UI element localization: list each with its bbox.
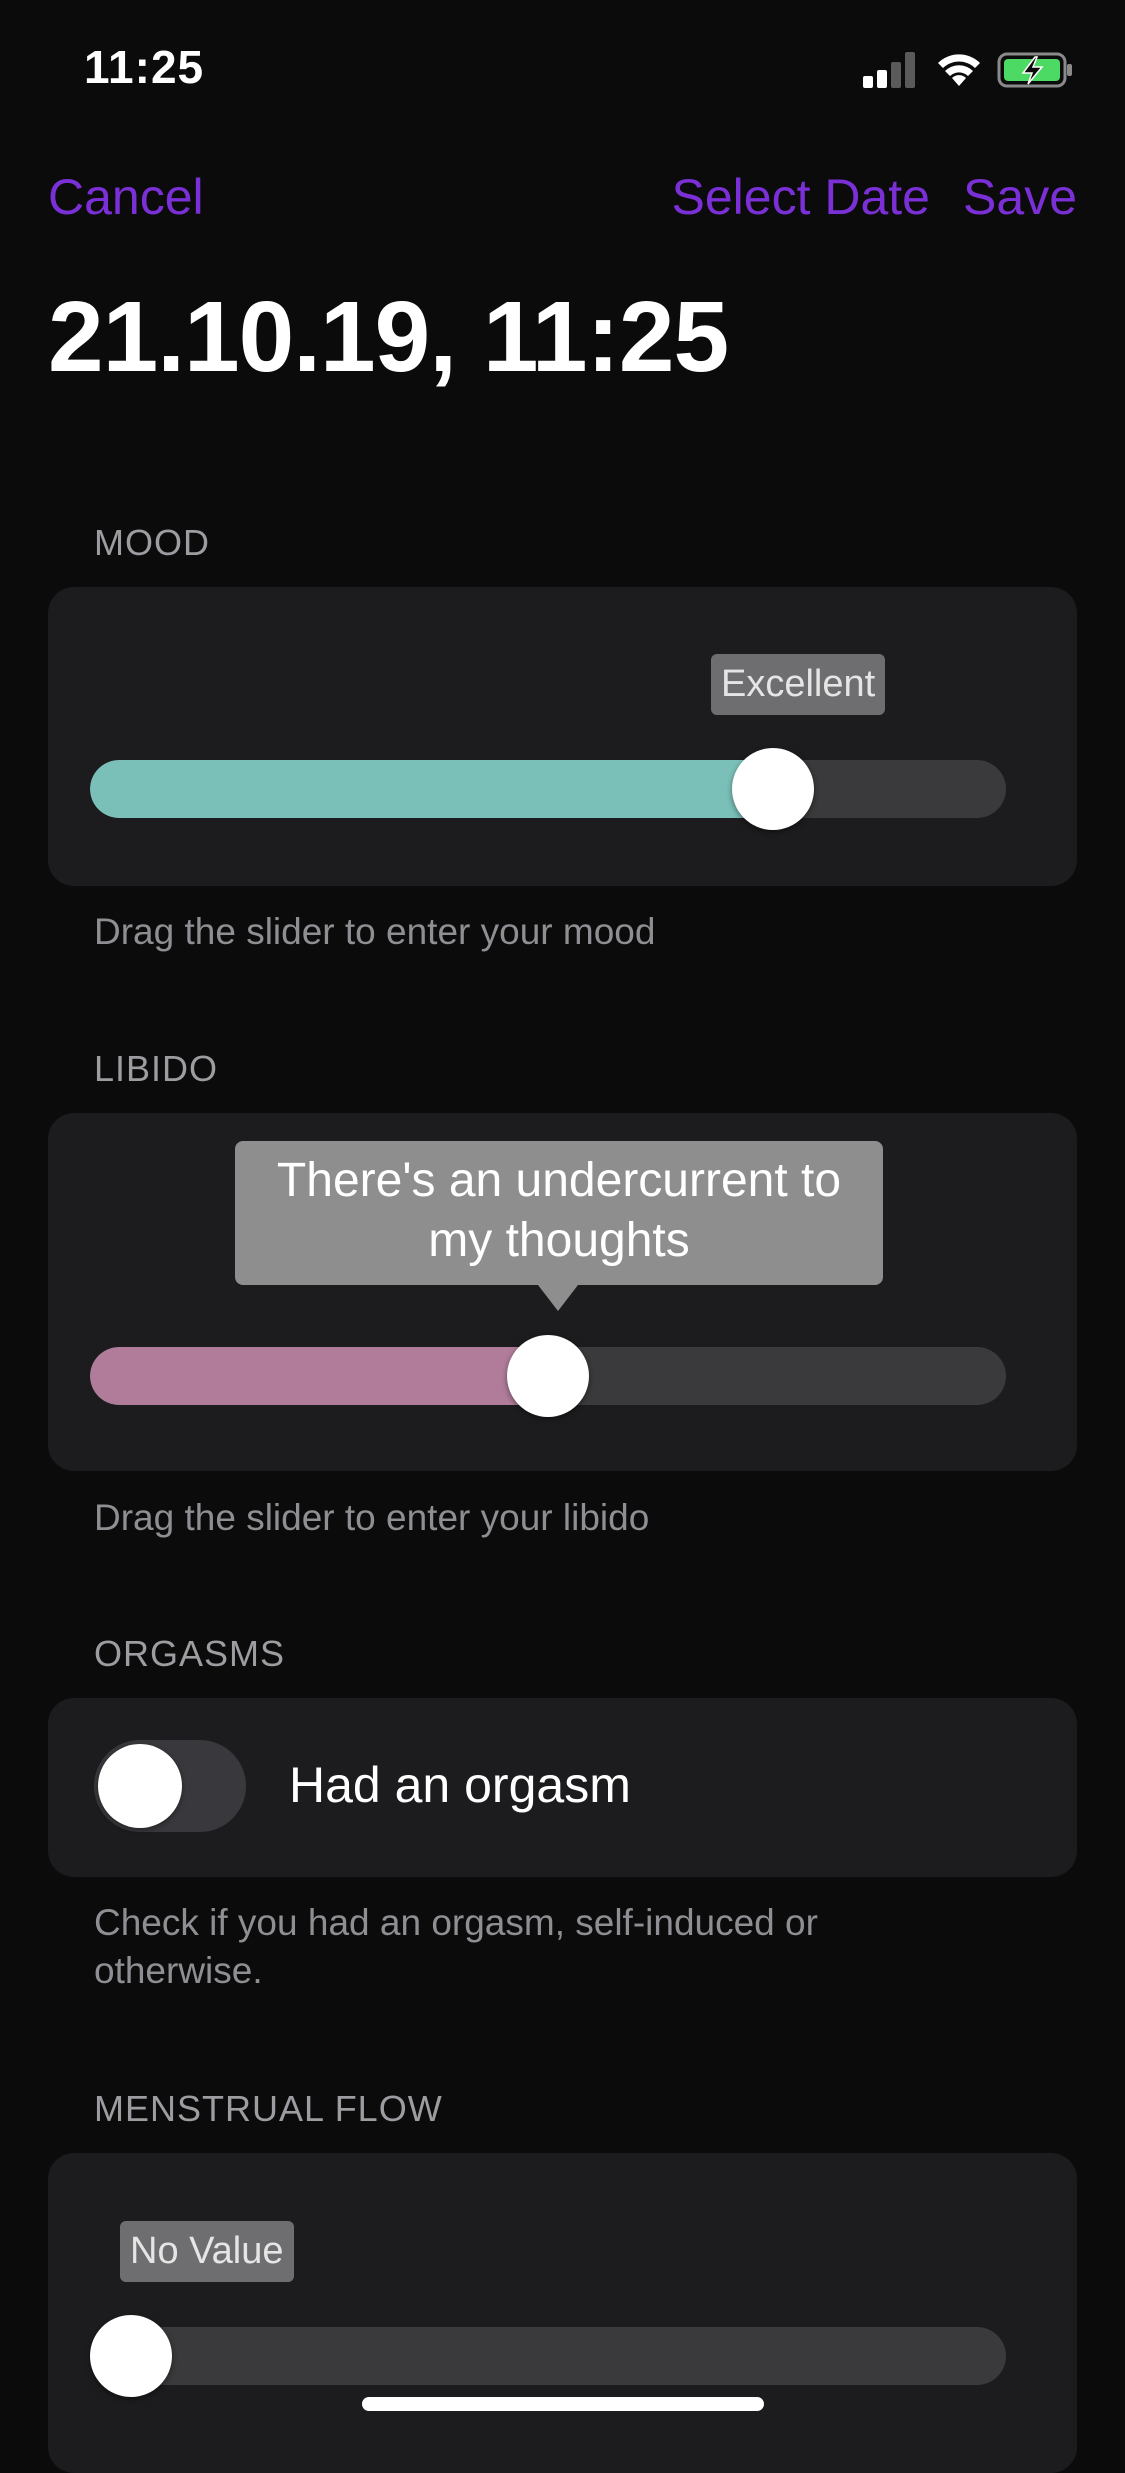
menstrual-flow-card: No Value bbox=[48, 2153, 1077, 2473]
status-time: 11:25 bbox=[84, 41, 205, 93]
status-icons bbox=[863, 50, 1083, 90]
menstrual-flow-slider-thumb[interactable] bbox=[90, 2315, 172, 2397]
orgasm-toggle-label: Had an orgasm bbox=[289, 1757, 631, 1813]
mood-footer: Drag the slider to enter your mood bbox=[94, 911, 656, 952]
home-indicator bbox=[362, 2397, 764, 2411]
wifi-icon bbox=[938, 54, 980, 86]
cancel-button[interactable]: Cancel bbox=[48, 168, 204, 226]
libido-card: There's an undercurrent to my thoughts bbox=[48, 1113, 1077, 1471]
orgasm-toggle[interactable] bbox=[94, 1740, 246, 1832]
orgasms-section-header: ORGASMS bbox=[94, 1633, 286, 1674]
orgasms-card: Had an orgasm bbox=[48, 1698, 1077, 1877]
libido-slider-fill bbox=[90, 1347, 548, 1405]
libido-slider-thumb[interactable] bbox=[507, 1335, 589, 1417]
battery-charging-icon bbox=[997, 52, 1072, 88]
mood-slider-track[interactable] bbox=[90, 760, 1006, 818]
libido-tooltip: There's an undercurrent to my thoughts bbox=[235, 1141, 883, 1285]
mood-slider-fill bbox=[90, 760, 774, 818]
menstrual-flow-slider-track[interactable] bbox=[90, 2327, 1006, 2385]
orgasms-footer: Check if you had an orgasm, self-induced… bbox=[94, 1902, 818, 1991]
mood-value-label: Excellent bbox=[711, 654, 886, 715]
cellular-signal-icon bbox=[863, 52, 915, 88]
page-title: 21.10.19, 11:25 bbox=[48, 281, 729, 393]
select-date-button[interactable]: Select Date bbox=[672, 168, 930, 226]
menstrual-flow-value-label: No Value bbox=[120, 2221, 294, 2282]
save-button[interactable]: Save bbox=[963, 168, 1077, 226]
status-bar: 11:25 bbox=[0, 0, 1125, 135]
menstrual-flow-section-header: MENSTRUAL FLOW bbox=[94, 2088, 443, 2129]
mood-card: Excellent bbox=[48, 587, 1077, 886]
orgasm-toggle-knob bbox=[98, 1744, 182, 1828]
libido-footer: Drag the slider to enter your libido bbox=[94, 1497, 650, 1538]
mood-section-header: MOOD bbox=[94, 522, 210, 563]
mood-slider-thumb[interactable] bbox=[732, 748, 815, 830]
libido-tooltip-arrow bbox=[538, 1285, 578, 1311]
nav-bar: Cancel Select Date Save bbox=[0, 160, 1125, 240]
libido-section-header: LIBIDO bbox=[94, 1048, 219, 1089]
